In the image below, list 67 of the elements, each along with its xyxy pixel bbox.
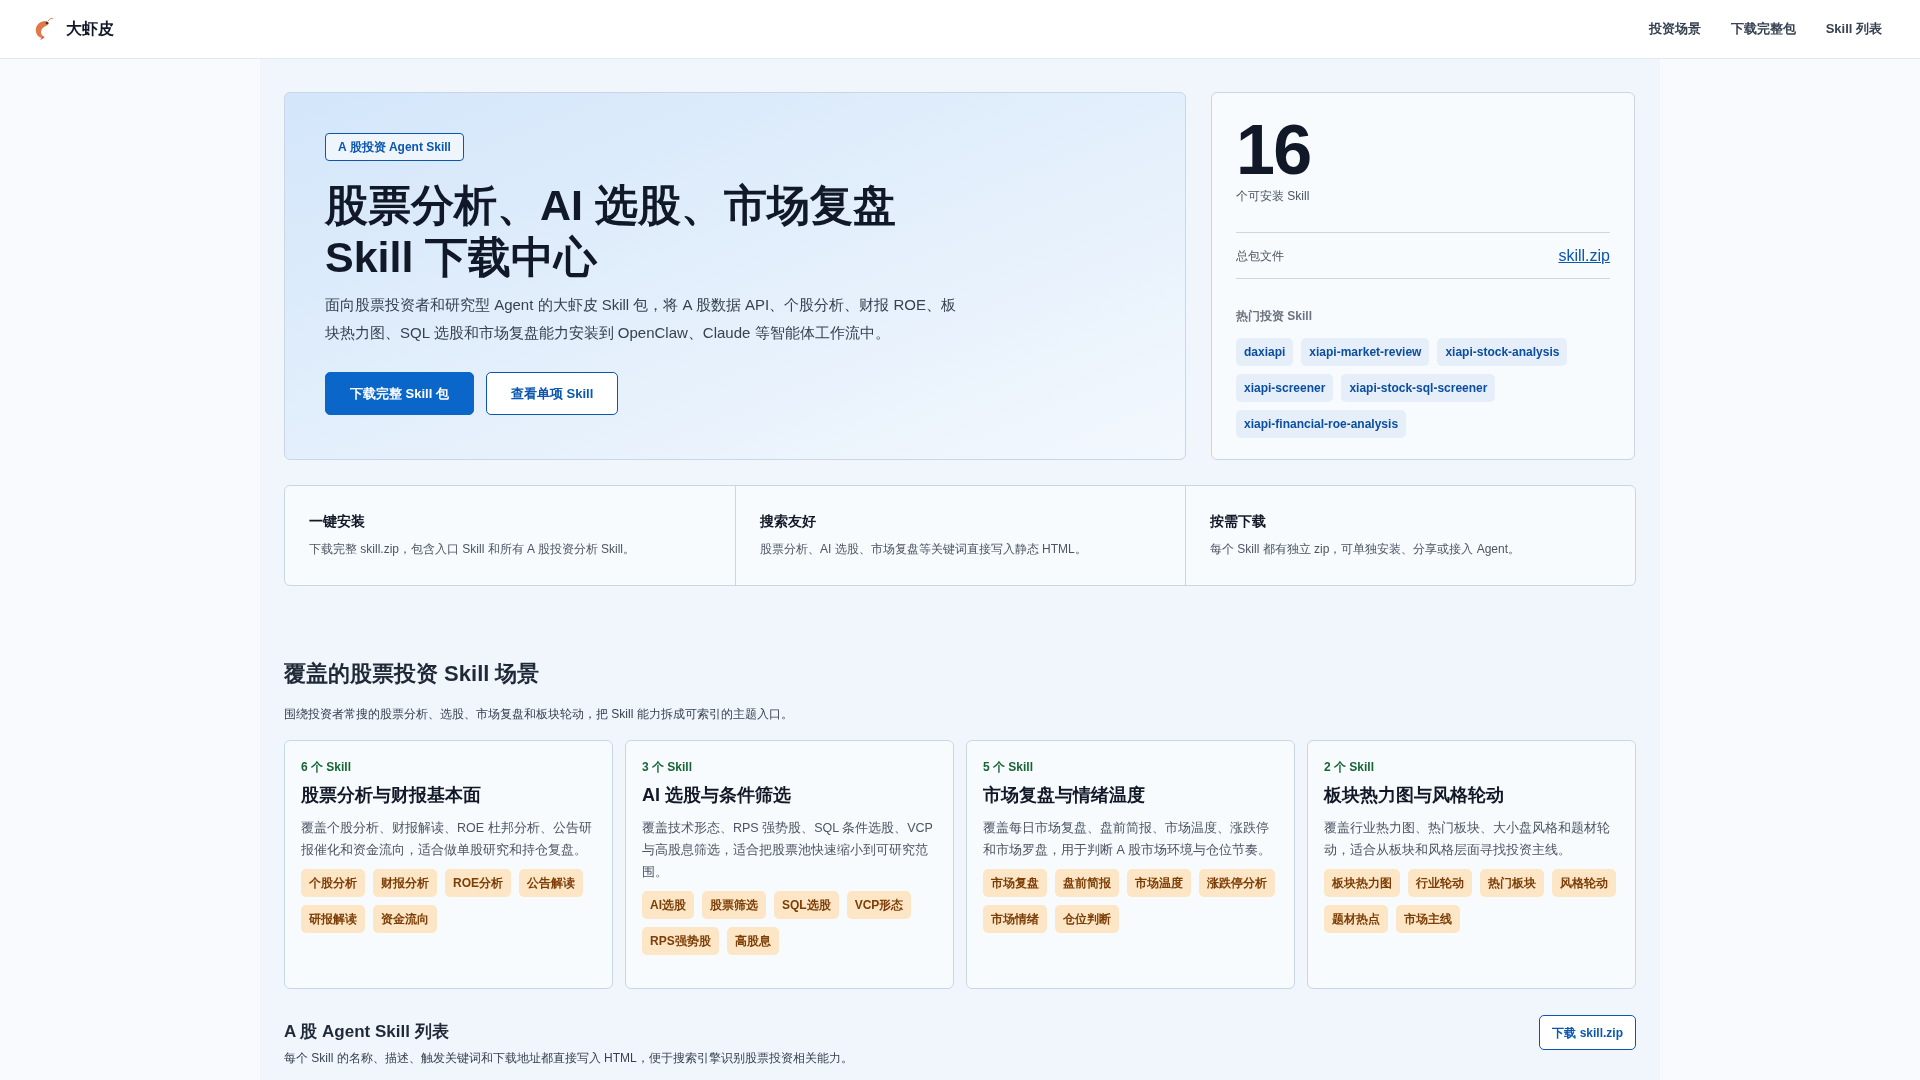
skill-count-label: 6 个 Skill bbox=[301, 759, 353, 776]
feature-title: 一键安装 bbox=[309, 512, 366, 531]
topic-tag[interactable]: 市场复盘 bbox=[983, 869, 1047, 897]
topic-tag[interactable]: 个股分析 bbox=[301, 869, 365, 897]
topic-tag[interactable]: 市场温度 bbox=[1127, 869, 1191, 897]
nav-link[interactable]: 下载完整包 bbox=[1730, 19, 1796, 39]
list-title: A 股 Agent Skill 列表 bbox=[284, 1021, 450, 1043]
skill-count-label: 2 个 Skill bbox=[1324, 759, 1376, 776]
download-zip-button[interactable]: 下载 skill.zip bbox=[1539, 1015, 1636, 1050]
nav-link[interactable]: Skill 列表 bbox=[1825, 19, 1882, 39]
topic-tag[interactable]: 板块热力图 bbox=[1324, 869, 1400, 897]
card-title: 板块热力图与风格轮动 bbox=[1324, 784, 1505, 807]
category-badge: A 股投资 Agent Skill bbox=[325, 133, 464, 161]
hero-title: 股票分析、AI 选股、市场复盘 Skill 下载中心 bbox=[325, 180, 897, 283]
topic-tag[interactable]: 财报分析 bbox=[373, 869, 437, 897]
feature-text: 每个 Skill 都有独立 zip，可单独安装、分享或接入 Agent。 bbox=[1210, 541, 1522, 558]
hot-skills-title: 热门投资 Skill bbox=[1236, 308, 1313, 325]
hero-description: 面向股票投资者和研究型 Agent 的大虾皮 Skill 包，将 A 股数据 API、个股分析、财报 ROE、板块热力图、SQL 选股和市场复盘能力安装到 OpenClaw、Claude 等智能体工作流中。 bbox=[325, 295, 957, 343]
package-label: 总包文件 bbox=[1236, 247, 1284, 265]
card-description: 覆盖行业热力图、热门板块、大小盘风格和题材轮动，适合从板块和风格层面寻找投资主线。 bbox=[1324, 820, 1611, 859]
topic-tag[interactable]: 风格轮动 bbox=[1552, 869, 1616, 897]
feature-title: 按需下载 bbox=[1210, 512, 1267, 531]
card-description: 覆盖每日市场复盘、盘前简报、市场温度、涨跌停和市场罗盘，用于判断 A 股市场环境与仓位节奏。 bbox=[983, 820, 1272, 859]
topic-tag[interactable]: 公告解读 bbox=[519, 869, 583, 897]
card-description: 覆盖个股分析、财报解读、ROE 杜邦分析、公告研报催化和资金流向，适合做单股研究和持仓复盘。 bbox=[301, 820, 593, 859]
topic-tag[interactable]: AI选股 bbox=[642, 891, 694, 919]
topic-tag[interactable]: 涨跌停分析 bbox=[1199, 869, 1275, 897]
skill-tag[interactable]: xiapi-stock-sql-screener bbox=[1341, 374, 1496, 402]
section-subtitle: 围绕投资者常搜的股票分析、选股、市场复盘和板块轮动，把 Skill 能力拆成可索引的主题入口。 bbox=[284, 706, 794, 723]
topic-tag[interactable]: 市场主线 bbox=[1396, 905, 1460, 933]
brand-name[interactable]: 大虾皮 bbox=[66, 17, 114, 41]
topic-tag[interactable]: 研报解读 bbox=[301, 905, 365, 933]
card-title: AI 选股与条件筛选 bbox=[642, 784, 792, 807]
skill-tag[interactable]: xiapi-stock-analysis bbox=[1437, 338, 1568, 366]
skill-count-label: 3 个 Skill bbox=[642, 759, 694, 776]
topic-tag[interactable]: RPS强势股 bbox=[642, 927, 719, 955]
card-title: 市场复盘与情绪温度 bbox=[983, 784, 1146, 807]
nav-link[interactable]: 投资场景 bbox=[1648, 19, 1701, 39]
count-label: 个可安装 Skill bbox=[1236, 188, 1311, 205]
download-button[interactable]: 下载完整 Skill 包 bbox=[325, 372, 474, 415]
feature-title: 搜索友好 bbox=[760, 512, 817, 531]
skill-count-label: 5 个 Skill bbox=[983, 759, 1035, 776]
card-description: 覆盖技术形态、RPS 强势股、SQL 条件选股、VCP 与高股息筛选，适合把股票池快速缩小到可研究范围。 bbox=[642, 820, 934, 881]
topic-tag[interactable]: 题材热点 bbox=[1324, 905, 1388, 933]
topic-tag[interactable]: 仓位判断 bbox=[1055, 905, 1119, 933]
skill-tag[interactable]: xiapi-market-review bbox=[1301, 338, 1430, 366]
topic-tag[interactable]: 股票筛选 bbox=[702, 891, 766, 919]
list-subtitle: 每个 Skill 的名称、描述、触发关键词和下载地址都直接写入 HTML，便于搜索引擎识别股票投资相关能力。 bbox=[284, 1049, 853, 1067]
topic-tag[interactable]: 热门板块 bbox=[1480, 869, 1544, 897]
card-title: 股票分析与财报基本面 bbox=[301, 784, 482, 807]
topic-tag[interactable]: VCP形态 bbox=[846, 891, 912, 919]
feature-text: 下载完整 skill.zip，包含入口 Skill 和所有 A 股投资分析 Skill。 bbox=[309, 541, 637, 558]
skill-tag[interactable]: xiapi-financial-roe-analysis bbox=[1236, 410, 1407, 438]
skill-tag[interactable]: xiapi-screener bbox=[1236, 374, 1334, 402]
skill-count: 16 bbox=[1236, 115, 1312, 185]
skill-tag[interactable]: daxiapi bbox=[1236, 338, 1294, 366]
package-link[interactable]: skill.zip bbox=[1558, 243, 1610, 268]
topic-tag[interactable]: 市场情绪 bbox=[983, 905, 1047, 933]
topic-tag[interactable]: 盘前简报 bbox=[1055, 869, 1119, 897]
feature-text: 股票分析、AI 选股、市场复盘等关键词直接写入静态 HTML。 bbox=[760, 541, 1088, 558]
topic-tag[interactable]: ROE分析 bbox=[445, 869, 511, 897]
section-title: 覆盖的股票投资 Skill 场景 bbox=[284, 660, 541, 688]
topic-tag[interactable]: SQL选股 bbox=[774, 891, 839, 919]
view-button[interactable]: 查看单项 Skill bbox=[485, 372, 619, 415]
topic-tag[interactable]: 行业轮动 bbox=[1408, 869, 1472, 897]
topic-tag[interactable]: 高股息 bbox=[726, 927, 779, 955]
topic-tag[interactable]: 资金流向 bbox=[373, 905, 437, 933]
